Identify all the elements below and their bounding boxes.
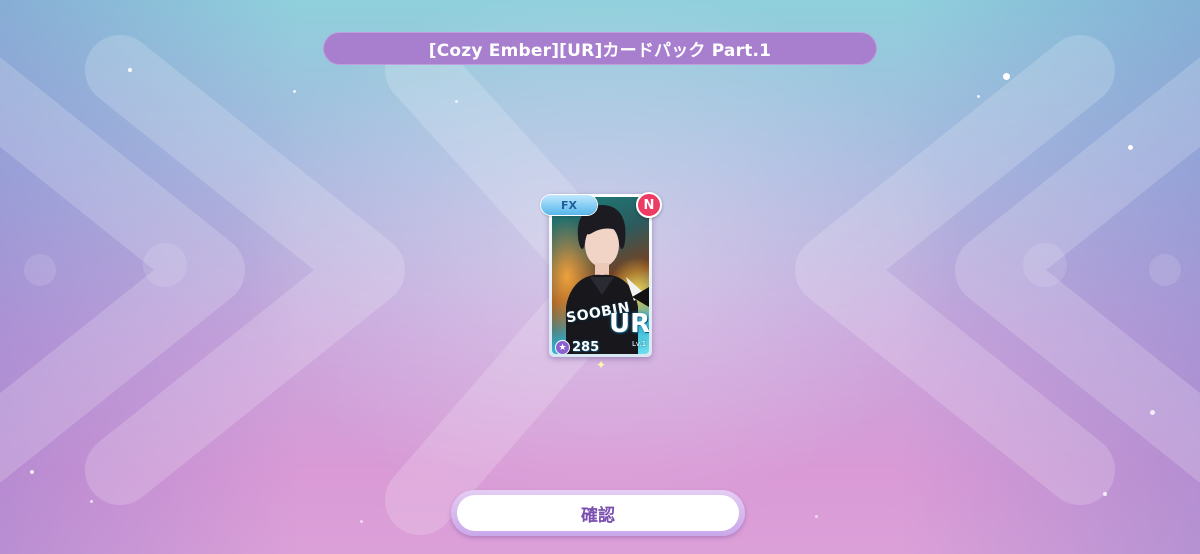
star-icon: ★	[556, 341, 569, 354]
new-badge: N	[636, 192, 662, 218]
sparkle	[455, 100, 458, 103]
gacha-result-screen: [Cozy Ember][UR]カードパック Part.1 SOOBIN UR …	[0, 0, 1200, 554]
pack-title: [Cozy Ember][UR]カードパック Part.1	[428, 41, 772, 61]
rarity-label: UR	[609, 309, 649, 339]
sparkle	[1150, 410, 1155, 415]
confirm-button[interactable]: 確認	[457, 495, 739, 531]
card-artwork: SOOBIN UR Lv.1 ★ 285	[552, 197, 649, 354]
sparkle	[815, 515, 818, 518]
sparkle	[1103, 492, 1107, 496]
card-result[interactable]: SOOBIN UR Lv.1 ★ 285	[549, 194, 652, 357]
sparkle	[360, 520, 363, 523]
power-display: ★ 285	[556, 340, 599, 354]
sparkle	[30, 470, 34, 474]
sparkle	[1003, 73, 1010, 80]
fx-badge: FX	[541, 195, 597, 215]
power-value: 285	[572, 340, 600, 354]
sparkle-icon: ✦	[596, 358, 607, 372]
sparkle	[90, 500, 93, 503]
sparkle	[977, 95, 980, 98]
sparkle	[293, 90, 296, 93]
level-label: Lv.1	[632, 340, 647, 348]
pack-title-bar: [Cozy Ember][UR]カードパック Part.1	[323, 32, 877, 65]
sparkle	[1128, 145, 1133, 150]
sparkle	[128, 68, 132, 72]
